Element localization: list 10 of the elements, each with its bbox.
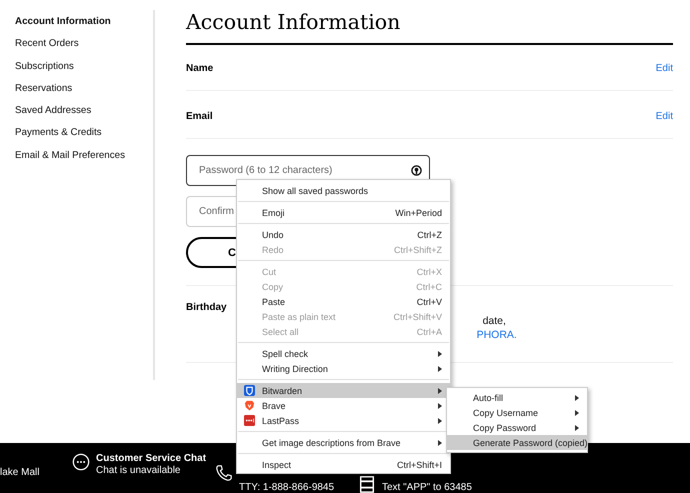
email-label: Email — [186, 111, 213, 122]
page-title: Account Information — [186, 9, 673, 45]
footer-title: Customer Service Chat — [96, 453, 206, 465]
footer-subtitle: Chat is unavailable — [96, 465, 182, 477]
footer-subtitle: TTY: 1-888-866-9845 — [239, 482, 334, 493]
footer-subtitle: Text "APP" to 63485 — [382, 482, 472, 493]
name-label: Name — [186, 63, 214, 74]
birthday-text: date, — [482, 314, 507, 328]
store-text: lake Mall — [0, 467, 40, 478]
birthday-label: Birthday — [186, 302, 227, 315]
